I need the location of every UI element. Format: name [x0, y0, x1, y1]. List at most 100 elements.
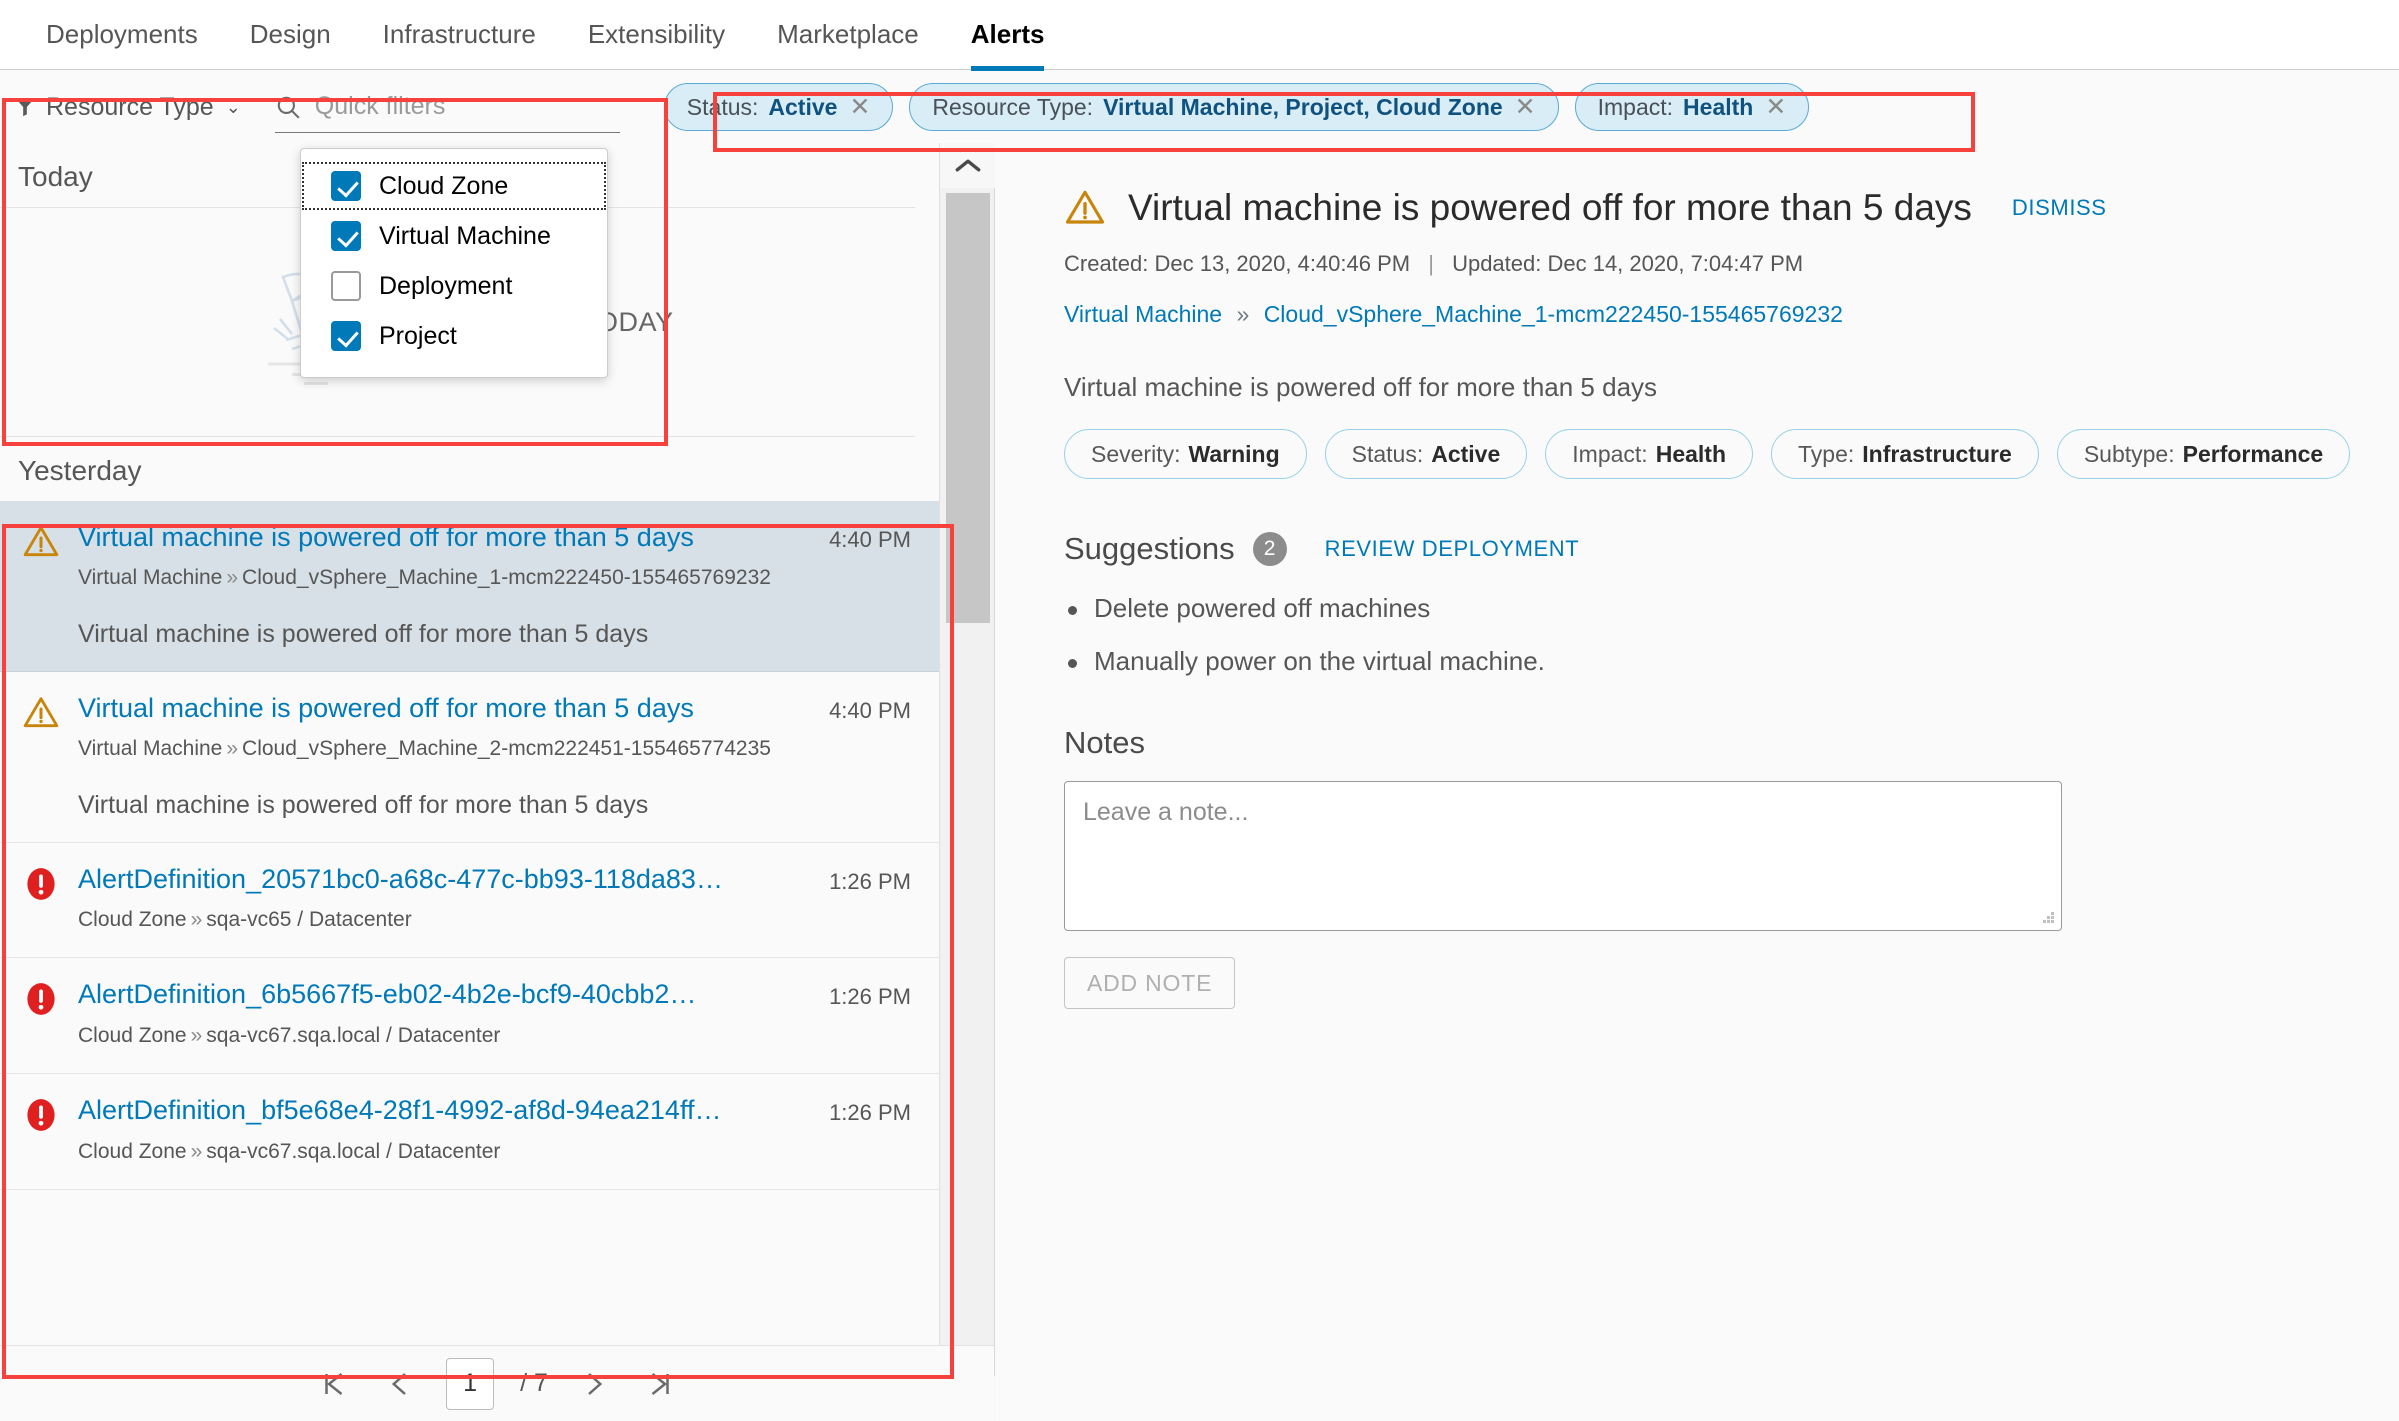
- alert-time: 1:26 PM: [829, 984, 911, 1010]
- checkbox-icon[interactable]: [331, 321, 361, 351]
- breadcrumb-resource[interactable]: Cloud_vSphere_Machine_1-mcm222450-155465…: [1264, 301, 1843, 327]
- dropdown-option-label: Deployment: [379, 271, 513, 300]
- nav-item-infrastructure[interactable]: Infrastructure: [357, 0, 562, 70]
- resource-type-filter-button[interactable]: Resource Type ⌄: [14, 83, 241, 131]
- alert-header: Virtual machine is powered off for more …: [78, 692, 911, 724]
- dropdown-option-label: Cloud Zone: [379, 171, 509, 200]
- filter-chip[interactable]: Status: Active ✕: [663, 83, 894, 131]
- resource-type-dropdown[interactable]: Cloud Zone Virtual Machine Deployment Proje…: [300, 148, 608, 378]
- alert-title-link[interactable]: Virtual machine is powered off for more …: [78, 521, 813, 553]
- list-scrollbar[interactable]: [939, 143, 995, 1421]
- critical-error-icon: [22, 865, 60, 903]
- filter-bar: Resource Type ⌄ Status:Active✕ Resource T…: [0, 71, 2399, 143]
- search-icon: [275, 94, 301, 120]
- breadcrumb[interactable]: Virtual Machine » Cloud_vSphere_Machine_…: [1064, 301, 2329, 328]
- checkbox-icon[interactable]: [331, 221, 361, 251]
- alert-title-link[interactable]: AlertDefinition_bf5e68e4-28f1-4992-af8d-…: [78, 1094, 813, 1126]
- alert-title-link[interactable]: AlertDefinition_20571bc0-a68c-477c-bb93-…: [78, 863, 813, 895]
- filter-chip[interactable]: Impact: Health ✕: [1574, 83, 1810, 131]
- breadcrumb-type[interactable]: Virtual Machine: [1064, 301, 1222, 327]
- detail-chip-key: Impact:: [1572, 440, 1648, 467]
- page-number-input[interactable]: [446, 1357, 495, 1410]
- filter-chip-value: Virtual Machine, Project, Cloud Zone: [1103, 93, 1503, 120]
- suggestion-item: Manually power on the virtual machine.: [1064, 646, 2329, 677]
- nav-item-design[interactable]: Design: [224, 0, 357, 70]
- warning-icon: [22, 523, 60, 561]
- detail-timestamps: Created: Dec 13, 2020, 4:40:46 PM | Upda…: [1064, 251, 2329, 277]
- quick-filters-field[interactable]: [274, 81, 620, 133]
- nav-item-deployments[interactable]: Deployments: [20, 0, 224, 70]
- group-title-yesterday: Yesterday: [18, 455, 142, 486]
- detail-attribute-chip: Severity: Warning: [1064, 429, 1307, 479]
- last-page-button[interactable]: [640, 1364, 680, 1404]
- alert-title-link[interactable]: AlertDefinition_6b5667f5-eb02-4b2e-bcf9-…: [78, 978, 813, 1010]
- suggestions-header: Suggestions 2 REVIEW DEPLOYMENT: [1064, 531, 2329, 567]
- alert-list-item[interactable]: AlertDefinition_6b5667f5-eb02-4b2e-bcf9-…: [0, 958, 939, 1075]
- alert-resource-type: Cloud Zone: [78, 1139, 187, 1163]
- nav-item-alerts[interactable]: Alerts: [945, 0, 1071, 71]
- alert-list-item[interactable]: Virtual machine is powered off for more …: [0, 501, 939, 672]
- filter-chip-key: Impact:: [1597, 93, 1674, 120]
- top-navigation: Deployments Design Infrastructure Extensibi…: [0, 0, 2399, 71]
- search-input[interactable]: [314, 92, 620, 121]
- resource-type-filter-label: Resource Type: [46, 92, 214, 121]
- close-icon[interactable]: ✕: [849, 94, 870, 120]
- breadcrumb-separator-icon: »: [1236, 301, 1250, 327]
- nav-item-extensibility[interactable]: Extensibility: [562, 0, 751, 70]
- alert-resource-name: sqa-vc65 / Datacenter: [206, 908, 412, 932]
- dropdown-option-cloud-zone[interactable]: Cloud Zone: [301, 161, 607, 211]
- checkbox-icon[interactable]: [331, 271, 361, 301]
- alert-list-item[interactable]: AlertDefinition_bf5e68e4-28f1-4992-af8d-…: [0, 1074, 939, 1191]
- scrollbar-thumb[interactable]: [946, 193, 990, 623]
- next-page-button[interactable]: [574, 1364, 614, 1404]
- alert-description: Virtual machine is powered off for more …: [78, 790, 649, 819]
- note-textarea[interactable]: [1065, 782, 2061, 930]
- alert-resource-type: Virtual Machine: [78, 566, 223, 590]
- checkbox-icon[interactable]: [331, 171, 361, 201]
- previous-page-button[interactable]: [380, 1364, 420, 1404]
- alert-header: Virtual machine is powered off for more …: [78, 521, 911, 553]
- filter-chip[interactable]: Resource Type: Virtual Machine, Project, …: [909, 83, 1559, 131]
- dropdown-option-virtual-machine[interactable]: Virtual Machine: [301, 211, 607, 261]
- chevron-down-icon: ⌄: [225, 96, 241, 117]
- alert-resource-type: Virtual Machine: [78, 737, 223, 761]
- detail-chip-value: Health: [1655, 440, 1726, 467]
- resize-handle[interactable]: [2039, 908, 2055, 924]
- add-note-button[interactable]: ADD NOTE: [1064, 957, 1236, 1009]
- dropdown-option-project[interactable]: Project: [301, 311, 607, 361]
- warning-icon: [22, 694, 60, 732]
- alert-header: AlertDefinition_6b5667f5-eb02-4b2e-bcf9-…: [78, 978, 911, 1010]
- dismiss-button[interactable]: DISMISS: [2012, 195, 2107, 221]
- detail-attribute-chip: Subtype: Performance: [2056, 429, 2351, 479]
- review-deployment-link[interactable]: REVIEW DEPLOYMENT: [1325, 536, 1580, 562]
- alert-header: AlertDefinition_bf5e68e4-28f1-4992-af8d-…: [78, 1094, 911, 1126]
- dropdown-option-label: Project: [379, 321, 457, 350]
- detail-chip-key: Status:: [1351, 440, 1424, 467]
- dropdown-option-label: Virtual Machine: [379, 221, 551, 250]
- alerts-list: Virtual machine is powered off for more …: [0, 501, 939, 1191]
- detail-chip-value: Warning: [1188, 440, 1280, 467]
- alert-time: 4:40 PM: [829, 527, 911, 552]
- alert-time: 4:40 PM: [829, 697, 911, 723]
- dropdown-option-deployment[interactable]: Deployment: [301, 261, 607, 311]
- alert-list-item[interactable]: AlertDefinition_20571bc0-a68c-477c-bb93-…: [0, 842, 939, 959]
- detail-chip-key: Severity:: [1091, 440, 1181, 467]
- alert-title-link[interactable]: Virtual machine is powered off for more …: [78, 692, 813, 724]
- detail-title-row: Virtual machine is powered off for more …: [1064, 187, 2329, 229]
- alert-list-item[interactable]: Virtual machine is powered off for more …: [0, 671, 939, 843]
- first-page-button[interactable]: [314, 1364, 354, 1404]
- notes-box[interactable]: [1064, 781, 2062, 931]
- detail-title: Virtual machine is powered off for more …: [1128, 187, 1972, 228]
- alert-resource-path: Virtual Machine» Cloud_vSphere_Machine_2-…: [78, 734, 818, 764]
- alert-resource-name: Cloud_vSphere_Machine_2-mcm222451-155465…: [242, 737, 771, 761]
- path-separator-icon: »: [226, 737, 239, 761]
- alert-resource-name: Cloud_vSphere_Machine_1-mcm222450-155465…: [242, 566, 771, 590]
- scroll-up-button[interactable]: [940, 143, 995, 188]
- close-icon[interactable]: ✕: [1515, 94, 1536, 120]
- nav-item-marketplace[interactable]: Marketplace: [751, 0, 945, 70]
- detail-chip-value: Active: [1431, 440, 1501, 467]
- close-icon[interactable]: ✕: [1765, 94, 1786, 120]
- timestamp-divider: |: [1428, 251, 1434, 276]
- path-separator-icon: »: [190, 1139, 203, 1163]
- detail-attribute-chip: Type: Infrastructure: [1771, 429, 2039, 479]
